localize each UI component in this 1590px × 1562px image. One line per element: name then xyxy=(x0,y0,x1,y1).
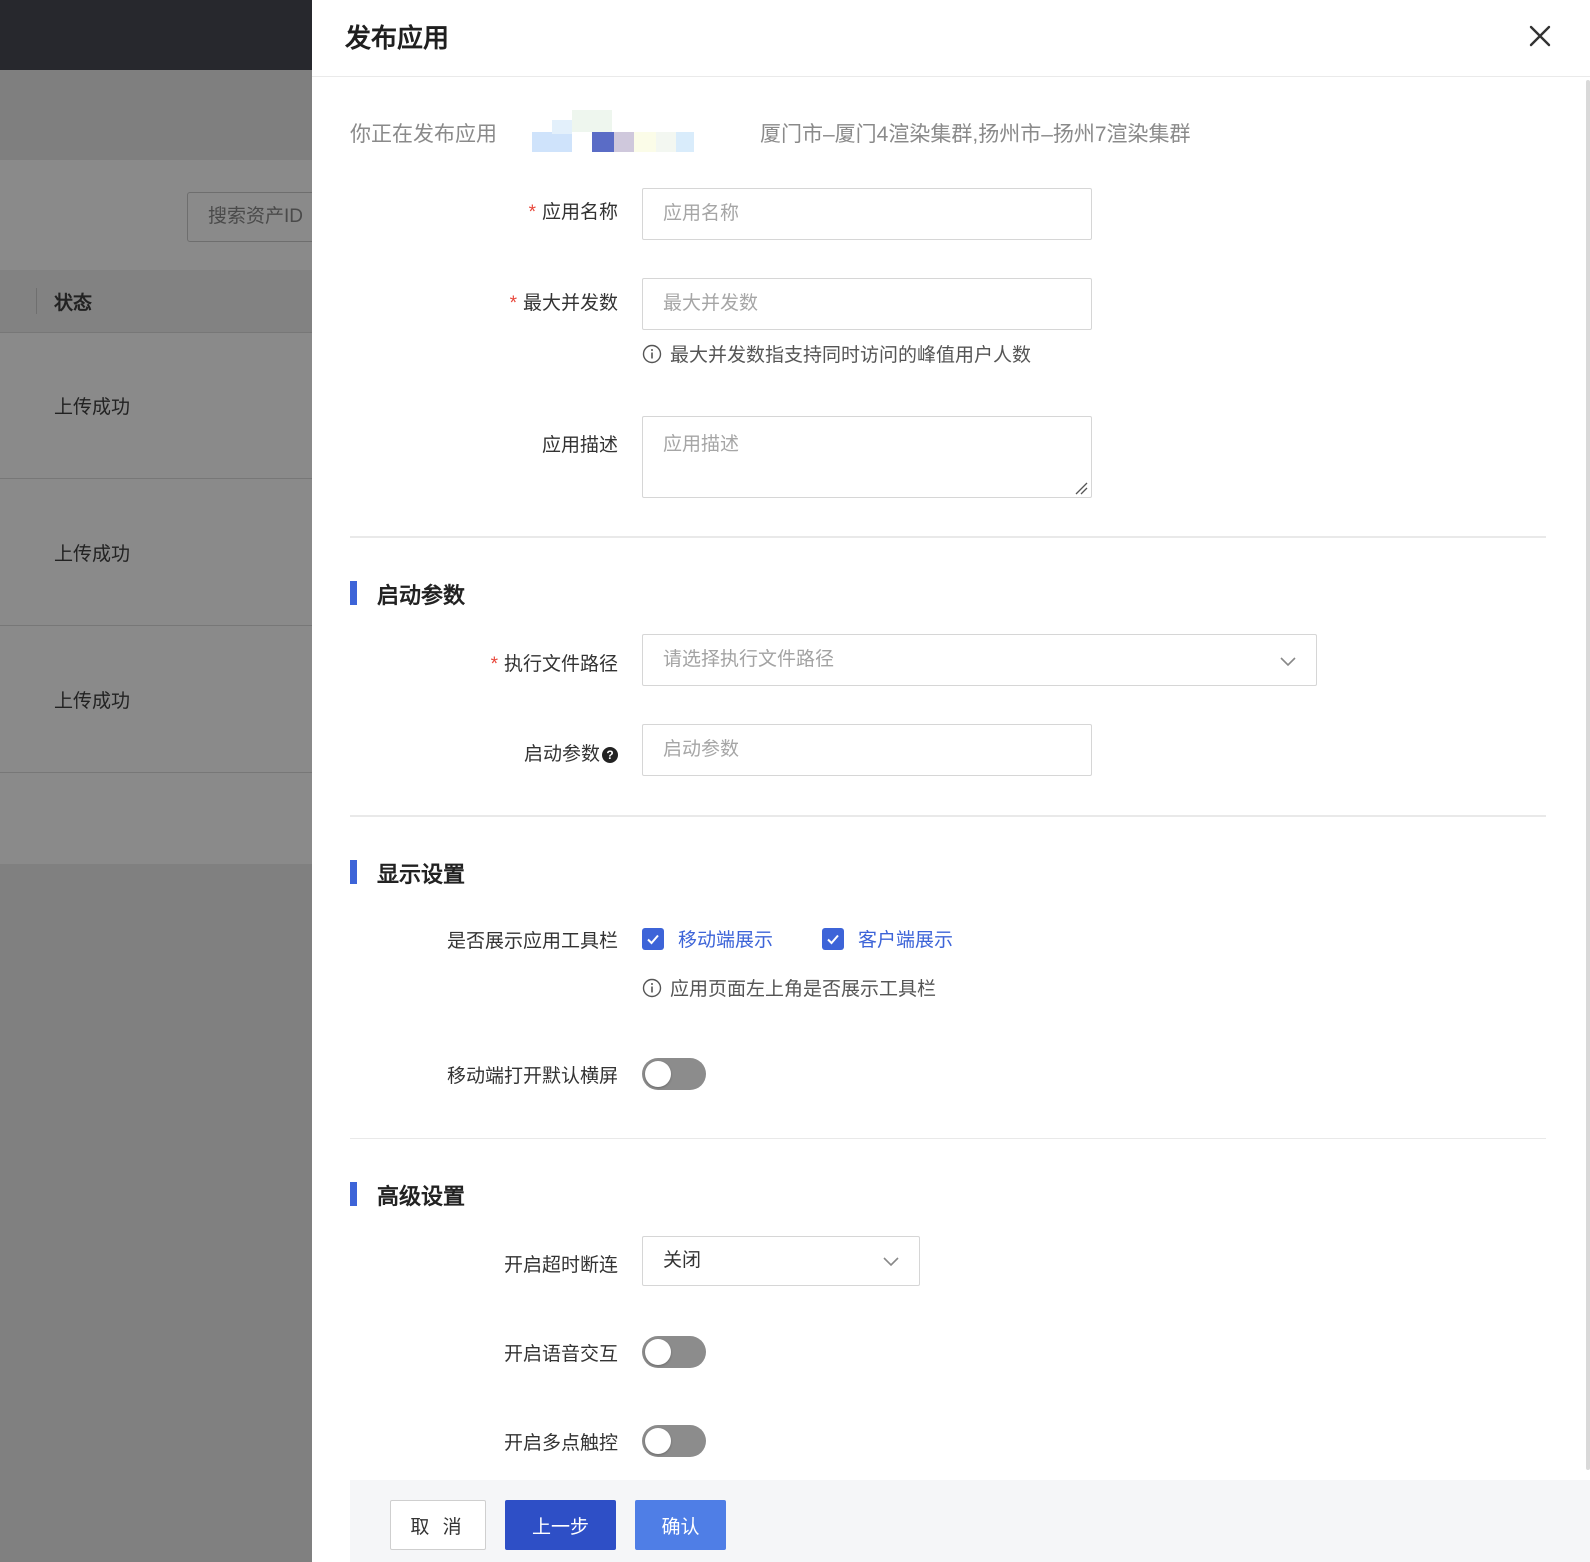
chevron-down-icon xyxy=(883,1257,899,1267)
required-mark: * xyxy=(528,202,536,223)
publish-intro-text: 你正在发布应用 xyxy=(350,123,497,146)
table-row[interactable]: 上传成功 xyxy=(0,479,312,626)
section-accent-bar xyxy=(350,1182,357,1206)
drawer-footer: 取 消 上一步 确认 xyxy=(350,1480,1590,1562)
resize-grip-icon[interactable] xyxy=(1074,481,1088,495)
landscape-label: 移动端打开默认横屏 xyxy=(446,1066,618,1087)
section-divider xyxy=(350,815,1546,817)
app-name-label-text: 应用名称 xyxy=(541,202,618,223)
redacted-app-name xyxy=(532,110,702,154)
table-row[interactable]: 上传成功 xyxy=(0,332,312,479)
toggle-knob xyxy=(645,1428,671,1454)
page-overlay[interactable] xyxy=(0,864,312,1562)
column-separator xyxy=(36,288,37,314)
timeout-select[interactable]: 关闭 xyxy=(642,1236,920,1286)
cluster-list-text: 厦门市–厦门4渲染集群,扬州市–扬州7渲染集群 xyxy=(760,123,1191,146)
status-cell: 上传成功 xyxy=(54,397,131,418)
voice-toggle[interactable] xyxy=(642,1336,706,1368)
page-header-band xyxy=(0,70,312,160)
status-column-header: 状态 xyxy=(54,293,93,314)
status-cell: 上传成功 xyxy=(54,544,131,565)
max-concurrency-label: * 最大并发数 xyxy=(510,288,618,315)
status-cell: 上传成功 xyxy=(54,691,131,712)
startup-params-label-text: 启动参数 xyxy=(523,744,600,765)
description-label: 应用描述 xyxy=(541,435,618,456)
timeout-label: 开启超时断连 xyxy=(503,1255,618,1276)
max-concurrency-hint-text: 最大并发数指支持同时访问的峰值用户人数 xyxy=(670,345,1032,366)
table-row[interactable]: 上传成功 xyxy=(0,626,312,773)
voice-label: 开启语音交互 xyxy=(503,1344,618,1365)
max-concurrency-label-text: 最大并发数 xyxy=(522,293,618,314)
checkmark-icon xyxy=(827,934,839,944)
previous-step-button[interactable]: 上一步 xyxy=(505,1500,616,1550)
max-concurrency-hint: 最大并发数指支持同时访问的峰值用户人数 xyxy=(642,340,1031,367)
exec-path-select[interactable]: 请选择执行文件路径 xyxy=(642,634,1317,686)
checkbox-mobile-display[interactable]: 移动端展示 xyxy=(642,925,773,952)
checkbox-box xyxy=(822,927,844,950)
section-divider xyxy=(350,536,1546,538)
display-section-title: 显示设置 xyxy=(377,862,466,887)
close-icon xyxy=(1529,25,1551,47)
checkbox-box xyxy=(642,927,664,950)
toggle-knob xyxy=(645,1339,671,1365)
drawer-header: 发布应用 xyxy=(312,0,1590,77)
exec-path-label: * 执行文件路径 xyxy=(491,649,618,676)
help-icon[interactable]: ? xyxy=(602,747,618,763)
drawer-scrollbar[interactable] xyxy=(1586,80,1590,1470)
drawer-title: 发布应用 xyxy=(345,23,450,53)
section-accent-bar xyxy=(350,581,357,605)
timeout-value: 关闭 xyxy=(663,1250,702,1271)
checkbox-label: 客户端展示 xyxy=(858,930,954,951)
advanced-section-title: 高级设置 xyxy=(377,1184,466,1209)
checkmark-icon xyxy=(647,934,659,944)
info-icon xyxy=(642,344,662,363)
chevron-down-icon xyxy=(1280,657,1296,667)
multitouch-toggle[interactable] xyxy=(642,1425,706,1457)
description-textarea[interactable] xyxy=(642,416,1092,498)
required-mark: * xyxy=(509,293,517,314)
app-name-input[interactable] xyxy=(642,188,1092,240)
asset-search-input[interactable]: 搜索资产ID xyxy=(187,192,327,242)
multitouch-label: 开启多点触控 xyxy=(503,1433,618,1454)
toggle-knob xyxy=(645,1061,671,1087)
checkbox-label: 移动端展示 xyxy=(678,930,774,951)
landscape-toggle[interactable] xyxy=(642,1058,706,1090)
required-mark: * xyxy=(490,654,498,675)
close-button[interactable] xyxy=(1522,18,1558,54)
section-accent-bar xyxy=(350,860,357,884)
info-icon xyxy=(642,978,662,997)
publish-app-drawer: 发布应用 你正在发布应用 厦门市–厦门4渲染集群,扬州市–扬州7渲染集群 * 应用… xyxy=(312,0,1590,1562)
app-name-label: * 应用名称 xyxy=(529,197,618,224)
startup-params-label: 启动参数? xyxy=(524,739,618,766)
toolbar-hint: 应用页面左上角是否展示工具栏 xyxy=(642,974,936,1001)
exec-path-placeholder: 请选择执行文件路径 xyxy=(663,649,835,670)
exec-path-label-text: 执行文件路径 xyxy=(503,654,618,675)
cancel-button[interactable]: 取 消 xyxy=(390,1500,486,1550)
table-header: 状态 xyxy=(0,270,312,333)
toolbar-label: 是否展示应用工具栏 xyxy=(446,931,618,952)
startup-section-title: 启动参数 xyxy=(377,583,466,608)
startup-params-input[interactable] xyxy=(642,724,1092,776)
checkbox-client-display[interactable]: 客户端展示 xyxy=(822,925,953,952)
confirm-button[interactable]: 确认 xyxy=(635,1500,726,1550)
toolbar-hint-text: 应用页面左上角是否展示工具栏 xyxy=(670,979,937,1000)
section-divider xyxy=(350,1138,1546,1139)
max-concurrency-input[interactable] xyxy=(642,278,1092,330)
